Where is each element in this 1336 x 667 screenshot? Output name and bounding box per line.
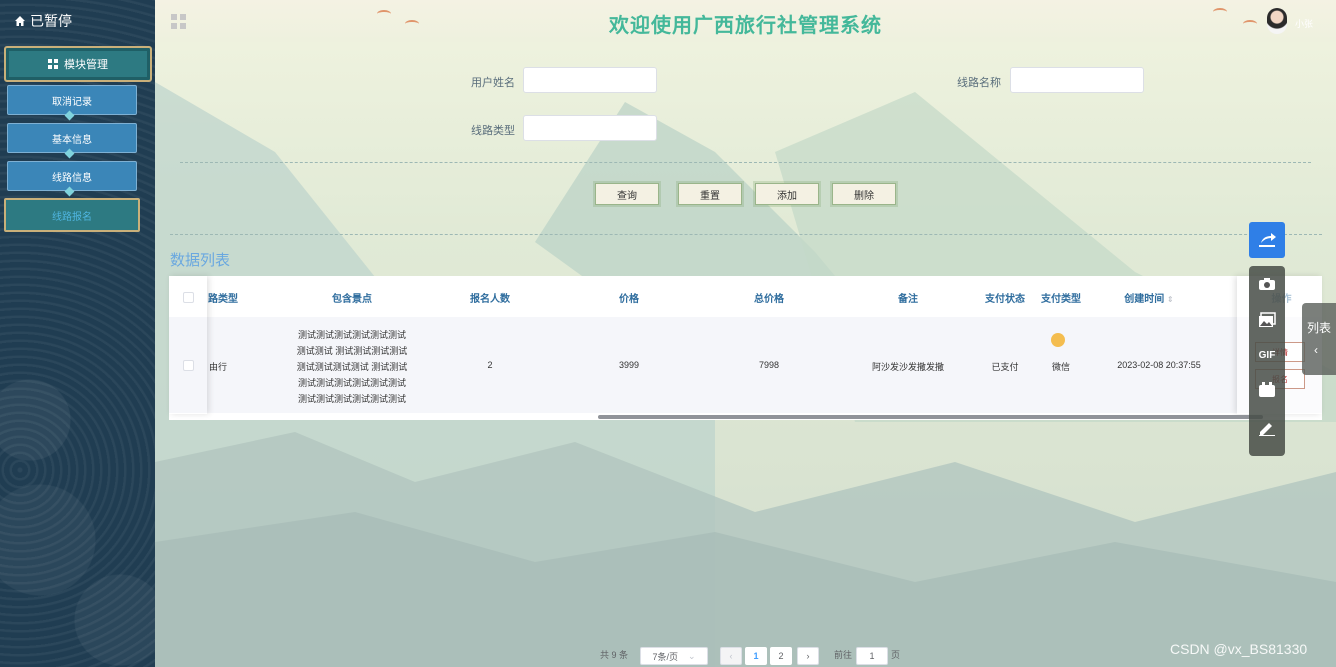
gif-icon[interactable]: GIF xyxy=(1257,345,1277,365)
page-1-button[interactable]: 1 xyxy=(745,647,767,665)
image-icon[interactable] xyxy=(1257,310,1277,330)
cell-total: 7998 xyxy=(758,360,780,370)
column-header-sortable[interactable]: 创建时间 ⇕ xyxy=(1114,290,1184,305)
table-header: 路类型 包含景点 报名人数 价格 总价格 备注 支付状态 支付类型 创建时间 ⇕… xyxy=(169,276,1322,316)
cell-price: 3999 xyxy=(618,360,640,370)
cell-count: 2 xyxy=(487,360,493,370)
spot-line: 测试测试测试测试 测试测试 xyxy=(296,362,408,372)
diamond-ornament-icon xyxy=(64,148,75,159)
share-icon xyxy=(1259,233,1276,247)
bird-decoration-icon xyxy=(377,10,391,18)
page-size-select[interactable]: 7条/页 ⌄ xyxy=(640,647,708,665)
page-2-button[interactable]: 2 xyxy=(770,647,792,665)
spot-line: 测试测试测试测试测试测试 xyxy=(297,378,406,388)
bird-decoration-icon xyxy=(1243,20,1257,28)
spot-line: 测试测试 测试测试测试测试 xyxy=(296,346,408,356)
user-name-input[interactable] xyxy=(523,67,657,93)
cursor-highlight xyxy=(1051,333,1065,347)
sidebar-item-label: 线路信息 xyxy=(52,172,92,184)
menu-header-label: 模块管理 xyxy=(64,59,108,71)
route-type-input[interactable] xyxy=(523,115,657,141)
table-row: 由行 测试测试测试测试测试测试 测试测试 测试测试测试测试 测试测试测试测试 测… xyxy=(169,317,1322,413)
spot-line: 测试测试测试测试测试测试 xyxy=(297,394,406,404)
route-name-label: 线路名称 xyxy=(957,77,1001,89)
cell-pay-type: 微信 xyxy=(1051,362,1070,372)
cell-route-type: 由行 xyxy=(208,362,227,372)
sidebar-item-route-info[interactable]: 线路信息 xyxy=(7,161,137,197)
page-title: 欢迎使用广西旅行社管理系统 xyxy=(609,15,882,37)
page-size-value: 7条/页 xyxy=(652,651,678,662)
pagination-total: 共 9 条 xyxy=(600,650,629,660)
floating-toolbar: GIF xyxy=(1249,266,1285,456)
divider xyxy=(170,234,1322,235)
goto-label: 前往 xyxy=(834,650,853,660)
horizontal-scrollbar[interactable] xyxy=(598,415,1263,419)
route-type-label: 线路类型 xyxy=(471,125,515,137)
user-name-label: 用户姓名 xyxy=(471,77,515,89)
column-header: 总价格 xyxy=(754,294,784,305)
brand-label: 已暂停 xyxy=(30,13,72,29)
add-button[interactable]: 添加 xyxy=(755,183,819,205)
column-header-label: 创建时间 xyxy=(1124,294,1165,305)
column-header: 备注 xyxy=(898,294,918,305)
column-header: 报名人数 xyxy=(470,294,510,305)
chevron-left-icon: ‹ xyxy=(1314,343,1318,357)
fixed-left-column xyxy=(169,276,207,414)
pen-icon[interactable] xyxy=(1257,418,1277,438)
page-suffix: 页 xyxy=(891,650,901,660)
column-header: 包含景点 xyxy=(332,294,372,305)
sort-icon[interactable]: ⇕ xyxy=(1167,295,1174,304)
sidebar-item-label: 取消记录 xyxy=(52,96,92,108)
column-header: 支付类型 xyxy=(1041,294,1081,305)
sidebar-item-route-signup[interactable]: 线路报名 xyxy=(4,198,140,232)
reset-button[interactable]: 重置 xyxy=(678,183,742,205)
sidebar: 已暂停 模块管理 取消记录 基本信息 线路信息 线路报名 xyxy=(0,0,155,667)
query-button[interactable]: 查询 xyxy=(595,183,659,205)
brand[interactable]: 已暂停 xyxy=(14,11,72,31)
divider xyxy=(180,162,1311,163)
sidebar-item-label: 线路报名 xyxy=(52,211,92,223)
avatar[interactable] xyxy=(1267,8,1287,34)
cell-pay-status: 已支付 xyxy=(991,362,1019,372)
sidebar-item-label: 基本信息 xyxy=(52,134,92,146)
cell-spots: 测试测试测试测试测试测试 测试测试 测试测试测试测试 测试测试测试测试 测试测试… xyxy=(282,327,422,407)
grid-icon xyxy=(48,59,58,69)
diamond-ornament-icon xyxy=(64,186,75,197)
sidebar-item-basic-info[interactable]: 基本信息 xyxy=(7,123,137,159)
next-page-button[interactable]: › xyxy=(797,647,819,665)
list-side-tab[interactable]: 列表 ‹ xyxy=(1302,303,1336,375)
top-header: 欢迎使用广西旅行社管理系统 小张 xyxy=(155,0,1336,42)
data-table: 路类型 包含景点 报名人数 价格 总价格 备注 支付状态 支付类型 创建时间 ⇕… xyxy=(169,276,1322,420)
apps-grid-icon[interactable] xyxy=(171,14,186,29)
column-header: 支付状态 xyxy=(985,294,1025,305)
sidebar-item-cancel-records[interactable]: 取消记录 xyxy=(7,85,137,121)
chevron-down-icon: ⌄ xyxy=(687,650,696,661)
video-icon[interactable] xyxy=(1257,380,1277,400)
module-management-header[interactable]: 模块管理 xyxy=(4,46,152,82)
cell-remark: 阿沙发沙发撒发撒 xyxy=(871,362,944,372)
diamond-ornament-icon xyxy=(64,110,75,121)
cell-created: 2023-02-08 20:37:55 xyxy=(1117,360,1201,370)
watermark: CSDN @vx_BS81330 xyxy=(1170,641,1308,657)
delete-button[interactable]: 删除 xyxy=(832,183,896,205)
column-header: 路类型 xyxy=(208,294,238,305)
goto-page-input[interactable] xyxy=(856,647,888,665)
spot-line: 测试测试测试测试测试测试 xyxy=(297,330,406,340)
column-header: 价格 xyxy=(619,294,639,305)
bird-decoration-icon xyxy=(405,20,419,28)
share-button[interactable] xyxy=(1249,222,1285,258)
username[interactable]: 小张 xyxy=(1295,17,1313,30)
bird-decoration-icon xyxy=(1213,8,1227,16)
home-icon xyxy=(15,16,25,26)
route-name-input[interactable] xyxy=(1010,67,1144,93)
camera-icon[interactable] xyxy=(1257,274,1277,294)
side-tab-label: 列表 xyxy=(1307,321,1332,335)
prev-page-button[interactable]: ‹ xyxy=(720,647,742,665)
list-title: 数据列表 xyxy=(170,252,231,269)
